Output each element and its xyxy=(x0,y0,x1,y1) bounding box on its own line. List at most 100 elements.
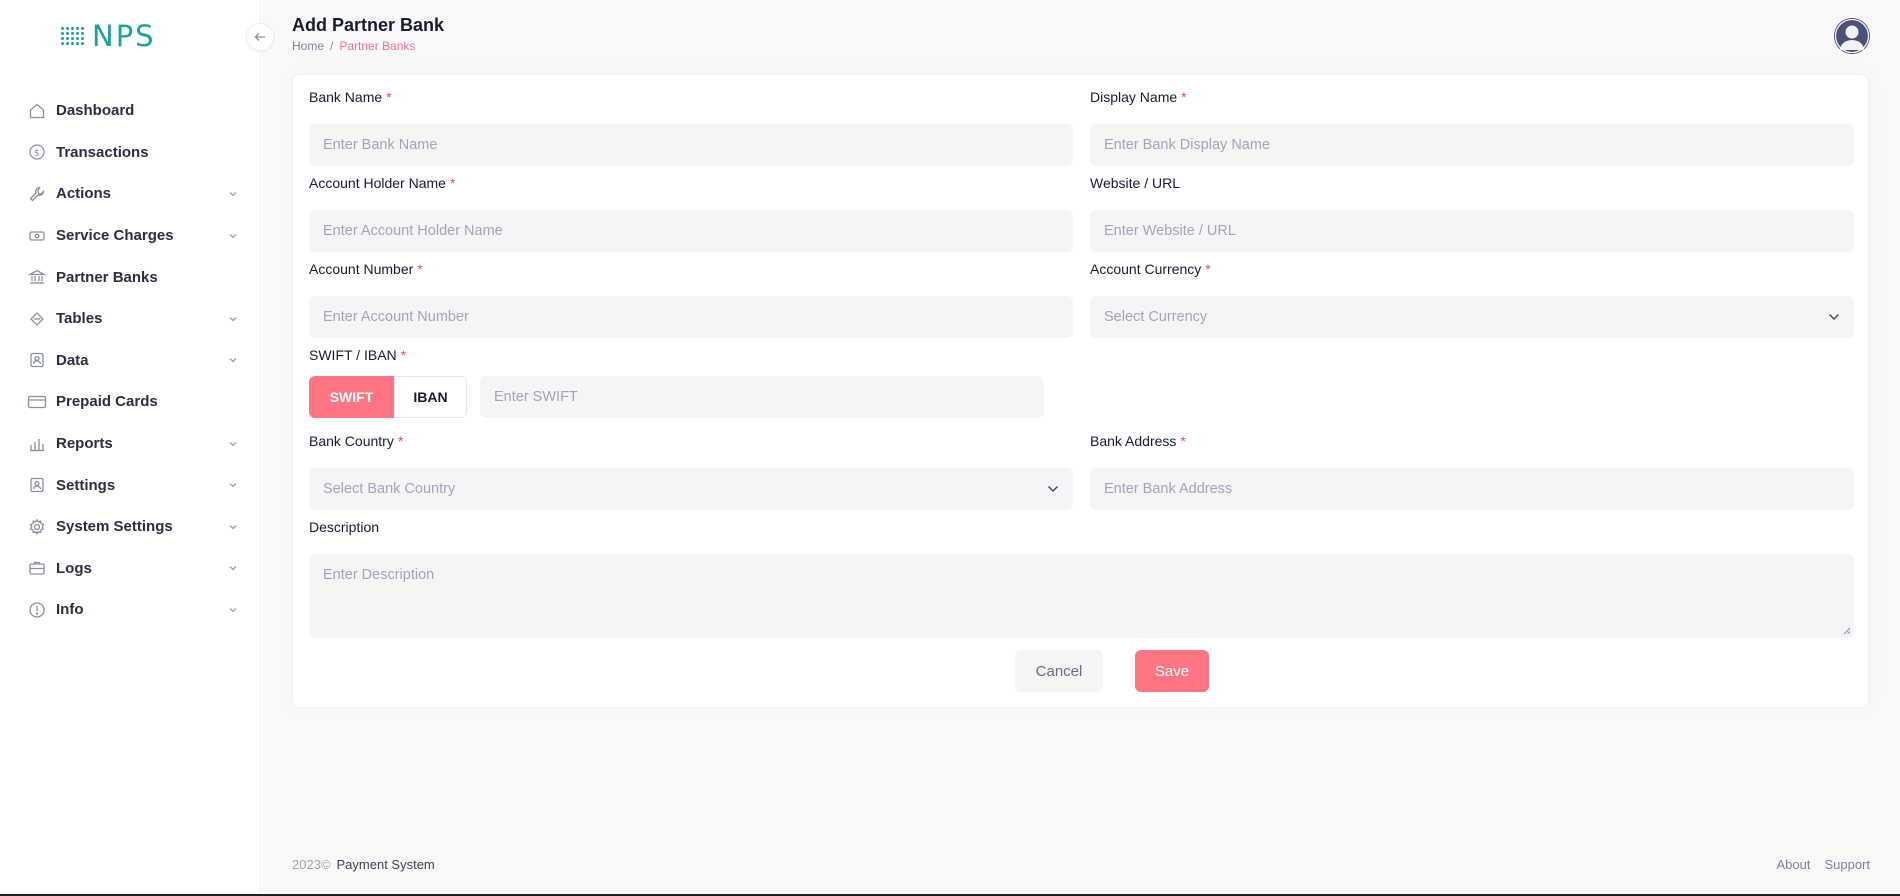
account-holder-input[interactable]: Enter Account Holder Name xyxy=(309,210,1073,252)
save-button[interactable]: Save xyxy=(1135,650,1209,692)
sidebar-collapse-button[interactable] xyxy=(246,23,274,51)
account-holder-group: Account Holder Name * Enter Account Holde… xyxy=(309,173,1073,252)
breadcrumb: Home / Partner Banks xyxy=(292,39,415,53)
info-icon xyxy=(27,600,47,620)
sidebar-item-dashboard[interactable]: Dashboard xyxy=(0,90,261,132)
sidebar-item-system-settings[interactable]: System Settings xyxy=(0,506,261,548)
chevron-down-icon xyxy=(227,354,239,366)
breadcrumb-current[interactable]: Partner Banks xyxy=(339,39,415,53)
bank-country-group: Bank Country * Select Bank Country xyxy=(309,431,1073,510)
bank-address-group: Bank Address * Enter Bank Address xyxy=(1090,431,1854,510)
display-name-group: Display Name * Enter Bank Display Name xyxy=(1090,87,1854,166)
account-holder-label: Account Holder Name * xyxy=(309,175,456,191)
sidebar-item-actions[interactable]: Actions xyxy=(0,173,261,215)
breadcrumb-home[interactable]: Home xyxy=(292,39,324,53)
bank-country-select[interactable]: Select Bank Country xyxy=(309,468,1073,510)
page-title: Add Partner Bank xyxy=(292,15,445,35)
sidebar-item-label: Tables xyxy=(56,310,103,328)
main-content: Add Partner Bank Home / Partner Banks Ba… xyxy=(262,0,1900,894)
footer-links: About Support xyxy=(1776,857,1870,872)
sidebar-item-service-charges[interactable]: Service Charges xyxy=(0,215,261,257)
sidebar-item-partner-banks[interactable]: Partner Banks xyxy=(0,256,261,298)
chevron-down-icon xyxy=(227,313,239,325)
chevron-down-icon xyxy=(227,604,239,616)
partner-bank-form: Bank Name * Enter Bank Name Display Name *… xyxy=(292,74,1869,708)
resize-handle-icon[interactable] xyxy=(1843,627,1851,635)
swift-iban-group: SWIFT / IBAN * xyxy=(309,345,1073,365)
description-group: Description Enter Description xyxy=(309,517,1854,638)
chevron-down-icon xyxy=(227,479,239,491)
avatar[interactable] xyxy=(1834,18,1870,54)
sidebar-item-label: Transactions xyxy=(56,143,149,161)
chevron-down-icon xyxy=(227,562,239,574)
logo-dots-icon xyxy=(60,24,84,48)
sidebar-item-label: Dashboard xyxy=(56,102,135,120)
account-number-label: Account Number * xyxy=(309,261,423,277)
bank-name-label: Bank Name * xyxy=(309,89,392,105)
briefcase-icon xyxy=(27,558,47,578)
home-icon xyxy=(27,101,47,121)
footer-company[interactable]: Payment System xyxy=(337,857,435,872)
contact-card-icon xyxy=(27,350,47,370)
website-input[interactable]: Enter Website / URL xyxy=(1090,210,1854,252)
bank-address-label: Bank Address * xyxy=(1090,433,1186,449)
footer-support-link[interactable]: Support xyxy=(1824,857,1870,872)
bank-country-label: Bank Country * xyxy=(309,433,404,449)
sidebar-item-info[interactable]: Info xyxy=(0,589,261,631)
sidebar-item-label: System Settings xyxy=(56,518,173,536)
footer-copyright: 2023© Payment System xyxy=(292,857,435,872)
chevron-down-icon xyxy=(227,438,239,450)
account-number-group: Account Number * Enter Account Number xyxy=(309,259,1073,338)
sidebar-item-label: Settings xyxy=(56,476,116,494)
account-number-input[interactable]: Enter Account Number xyxy=(309,296,1073,338)
chevron-down-icon xyxy=(227,188,239,200)
sidebar-item-prepaid-cards[interactable]: Prepaid Cards xyxy=(0,381,261,423)
account-currency-label: Account Currency * xyxy=(1090,261,1211,277)
swift-iban-label: SWIFT / IBAN * xyxy=(309,347,407,363)
sidebar-item-data[interactable]: Data xyxy=(0,340,261,382)
description-label: Description xyxy=(309,519,380,535)
chevron-down-icon xyxy=(227,230,239,242)
gear-icon xyxy=(27,517,47,537)
user-avatar-icon xyxy=(1834,18,1870,54)
sidebar-item-transactions[interactable]: $ Transactions xyxy=(0,132,261,174)
bank-icon xyxy=(27,267,47,287)
description-textarea[interactable]: Enter Description xyxy=(309,554,1854,638)
sidebar-item-logs[interactable]: Logs xyxy=(0,548,261,590)
sidebar-item-tables[interactable]: Tables xyxy=(0,298,261,340)
svg-text:$: $ xyxy=(34,149,40,159)
website-group: Website / URL Enter Website / URL xyxy=(1090,173,1854,252)
sidebar-item-label: Logs xyxy=(56,559,92,577)
sidebar: NPS Dashboard $ Transactions Actions Ser… xyxy=(0,0,261,894)
swift-input[interactable]: Enter SWIFT xyxy=(480,376,1044,418)
cancel-button[interactable]: Cancel xyxy=(1015,650,1103,692)
chevron-down-icon xyxy=(227,521,239,533)
wrench-icon xyxy=(27,184,47,204)
website-label: Website / URL xyxy=(1090,175,1180,191)
contact-card-icon xyxy=(27,475,47,495)
sidebar-item-label: Reports xyxy=(56,435,113,453)
arrow-left-icon xyxy=(254,33,265,41)
account-currency-select[interactable]: Select Currency xyxy=(1090,296,1854,338)
bank-name-input[interactable]: Enter Bank Name xyxy=(309,124,1073,166)
nps-logo[interactable]: NPS xyxy=(60,18,156,54)
iban-option-button[interactable]: IBAN xyxy=(394,376,467,418)
swift-option-button[interactable]: SWIFT xyxy=(309,376,394,418)
bank-address-input[interactable]: Enter Bank Address xyxy=(1090,468,1854,510)
footer-about-link[interactable]: About xyxy=(1776,857,1810,872)
breadcrumb-separator: / xyxy=(330,39,334,53)
logo-text: NPS xyxy=(92,19,156,53)
chevron-down-icon xyxy=(1048,486,1058,492)
sidebar-item-settings[interactable]: Settings xyxy=(0,464,261,506)
chevron-down-icon xyxy=(1829,314,1839,320)
bank-name-group: Bank Name * Enter Bank Name xyxy=(309,87,1073,166)
sidebar-item-label: Info xyxy=(56,601,84,619)
sidebar-item-label: Prepaid Cards xyxy=(56,393,158,411)
swift-iban-toggle: SWIFT IBAN xyxy=(309,376,467,418)
sidebar-item-reports[interactable]: Reports xyxy=(0,423,261,465)
sidebar-item-label: Actions xyxy=(56,185,112,203)
credit-card-icon xyxy=(27,392,47,412)
sidebar-item-label: Partner Banks xyxy=(56,268,158,286)
display-name-input[interactable]: Enter Bank Display Name xyxy=(1090,124,1854,166)
sidebar-menu: Dashboard $ Transactions Actions Service… xyxy=(0,90,261,631)
